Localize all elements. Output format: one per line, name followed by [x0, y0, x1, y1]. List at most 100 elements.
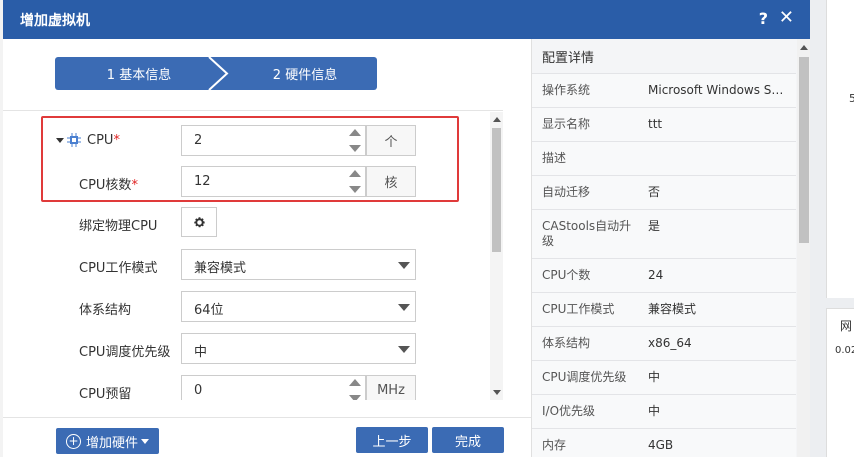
- cpu-count-value: 2: [194, 133, 203, 148]
- config-title: 配置详情: [542, 51, 595, 66]
- hardware-form: CPU* 2 个 CPU核数* 12 核 绑定物理CPU CPU工作模式 兼容模…: [3, 110, 503, 400]
- config-value: Microsoft Windows Ser...: [648, 83, 795, 97]
- cpu-mode-value: 兼容模式: [194, 261, 247, 276]
- decrement-icon[interactable]: [349, 145, 361, 152]
- wizard-steps: 1 基本信息 2 硬件信息: [55, 57, 377, 90]
- config-key: CAStools自动升级: [542, 219, 632, 248]
- form-scrollbar[interactable]: [490, 112, 503, 400]
- step-basic-info[interactable]: 1 基本信息: [55, 57, 223, 90]
- reserve-label: CPU预留: [79, 387, 132, 400]
- config-key: 体系结构: [542, 336, 591, 350]
- finish-button[interactable]: 完成: [432, 427, 504, 453]
- chevron-down-icon: [398, 304, 410, 311]
- step-hardware-info-label: 2 硬件信息: [272, 68, 338, 83]
- cpu-cores-stepper[interactable]: 12: [181, 166, 366, 197]
- config-row: CPU调度优先级 中: [532, 360, 796, 394]
- config-key: 自动迁移: [542, 185, 591, 199]
- step-basic-info-label: 1 基本信息: [106, 68, 172, 83]
- config-row: 显示名称 ttt: [532, 107, 796, 141]
- cpu-unit: 个: [366, 125, 416, 156]
- increment-icon[interactable]: [349, 379, 361, 386]
- background-panel: [826, 0, 854, 298]
- config-value: 中: [648, 404, 661, 418]
- bind-cpu-row: 绑定物理CPU: [3, 207, 493, 239]
- arch-row: 体系结构 64位: [3, 291, 493, 323]
- config-key: 内存: [542, 438, 567, 452]
- add-hardware-button[interactable]: + 增加硬件: [56, 428, 159, 454]
- config-value: 否: [648, 185, 661, 199]
- reserve-stepper[interactable]: 0: [181, 375, 366, 400]
- config-row: 体系结构 x86_64: [532, 326, 796, 360]
- config-value: 兼容模式: [648, 302, 697, 316]
- plus-circle-icon: +: [65, 433, 81, 449]
- config-key: 描述: [542, 151, 567, 165]
- priority-value: 中: [194, 345, 208, 360]
- config-list: 操作系统 Microsoft Windows Ser... 显示名称 ttt 描述自动迁…: [532, 73, 796, 457]
- scroll-up-icon[interactable]: [493, 117, 501, 122]
- cpu-row: CPU* 2 个: [3, 125, 493, 157]
- config-details-panel: 配置详情 操作系统 Microsoft Windows Ser... 显示名称 ttt…: [531, 39, 810, 457]
- config-value: 24: [648, 268, 664, 282]
- cpu-mode-select[interactable]: 兼容模式: [181, 249, 416, 280]
- config-value: x86_64: [648, 336, 692, 350]
- config-value: 中: [648, 370, 661, 384]
- chevron-down-icon: [398, 346, 410, 353]
- expand-caret-icon[interactable]: [56, 138, 64, 143]
- chevron-down-icon: [398, 262, 410, 269]
- dialog-titlebar: 增加虚拟机 ? ✕: [3, 0, 810, 39]
- form-scrollbar-thumb[interactable]: [492, 128, 501, 252]
- config-scrollbar-thumb[interactable]: [799, 57, 809, 243]
- increment-icon[interactable]: [349, 170, 361, 177]
- dialog-footer: + 增加硬件 上一步 完成: [3, 417, 531, 457]
- decrement-icon[interactable]: [349, 395, 361, 400]
- add-hardware-label: 增加硬件: [85, 435, 138, 451]
- cpu-cores-row: CPU核数* 12 核: [3, 166, 493, 198]
- cpu-chip-icon: [67, 133, 81, 150]
- cpu-cores-value: 12: [194, 174, 211, 189]
- priority-label: CPU调度优先级: [79, 345, 171, 360]
- config-value: 4GB: [648, 438, 674, 452]
- scroll-down-icon[interactable]: [493, 390, 501, 395]
- cpu-mode-label: CPU工作模式: [79, 261, 158, 276]
- config-row: I/O优先级 中: [532, 394, 796, 428]
- config-row: 描述: [532, 141, 796, 175]
- reserve-value: 0: [194, 383, 203, 398]
- close-icon[interactable]: ✕: [779, 7, 794, 28]
- arch-label: 体系结构: [79, 303, 132, 318]
- bind-cpu-button[interactable]: [181, 207, 217, 237]
- increment-icon[interactable]: [349, 129, 361, 136]
- cpu-count-stepper[interactable]: 2: [181, 125, 366, 156]
- scroll-up-icon[interactable]: [800, 45, 808, 50]
- reserve-row: CPU预留 0 MHz: [3, 375, 493, 400]
- config-row: CPU工作模式 兼容模式: [532, 292, 796, 326]
- add-vm-dialog: 增加虚拟机 ? ✕ 1 基本信息 2 硬件信息 CPU* 2 个 CPU核数* …: [3, 0, 810, 457]
- background-network-value: 0.02: [835, 345, 854, 356]
- cpu-mode-row: CPU工作模式 兼容模式: [3, 249, 493, 281]
- config-row: 内存 4GB: [532, 428, 796, 457]
- priority-select[interactable]: 中: [181, 333, 416, 364]
- config-value: 是: [648, 219, 661, 233]
- background-network-label: 网: [840, 319, 853, 333]
- config-key: CPU工作模式: [542, 302, 615, 316]
- reserve-unit: MHz: [366, 375, 416, 400]
- config-key: 操作系统: [542, 83, 591, 97]
- arch-select[interactable]: 64位: [181, 291, 416, 322]
- config-value: [640, 142, 796, 175]
- config-scrollbar[interactable]: [797, 39, 810, 457]
- gear-icon: [193, 216, 205, 227]
- dialog-title: 增加虚拟机: [20, 12, 90, 29]
- config-row: 操作系统 Microsoft Windows Ser...: [532, 73, 796, 107]
- config-row: CPU个数 24: [532, 258, 796, 292]
- cpu-cores-label: CPU核数*: [79, 178, 138, 193]
- config-value: ttt: [648, 117, 663, 131]
- help-icon[interactable]: ?: [759, 9, 768, 28]
- config-key: CPU个数: [542, 268, 591, 282]
- config-key: CPU调度优先级: [542, 370, 627, 384]
- bind-cpu-label: 绑定物理CPU: [79, 219, 158, 234]
- cpu-cores-unit: 核: [366, 166, 416, 197]
- arch-value: 64位: [194, 303, 224, 318]
- prev-step-button[interactable]: 上一步: [356, 427, 428, 453]
- decrement-icon[interactable]: [349, 186, 361, 193]
- background-number: 5: [849, 92, 854, 105]
- config-row: 自动迁移 否: [532, 175, 796, 209]
